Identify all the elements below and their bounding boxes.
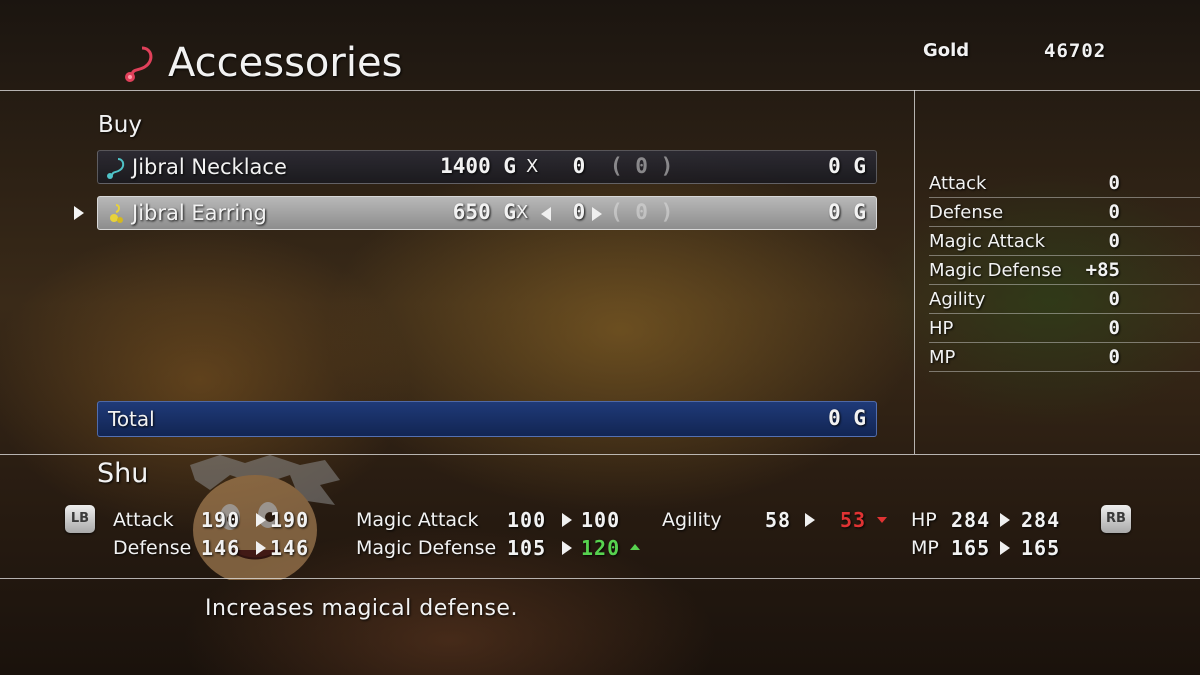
item-name: Jibral Earring [132, 201, 267, 225]
defense-new: 146 [270, 536, 310, 560]
row-divider [929, 342, 1200, 343]
item-line-total: 0 G [828, 200, 866, 224]
rb-button[interactable]: RB [1101, 505, 1131, 533]
attack-new: 190 [270, 508, 310, 532]
item-line-total: 0 G [828, 154, 866, 178]
stat-label: Magic Defense [929, 260, 1062, 281]
mp-label: MP [911, 537, 939, 559]
arrow-right-icon [562, 541, 572, 555]
character-name: Shu [97, 458, 149, 489]
shop-item-jibral-necklace[interactable]: Jibral Necklace 1400 G X 0 ( 0 ) 0 G [97, 150, 877, 184]
arrow-right-icon [1000, 513, 1010, 527]
item-quantity: 0 [572, 154, 586, 178]
row-divider [929, 255, 1200, 256]
stat-value: +85 [1085, 259, 1120, 281]
item-multiplier: X [516, 202, 529, 223]
item-name: Jibral Necklace [132, 155, 287, 179]
stat-value: 0 [1108, 172, 1120, 194]
magic-defense-new: 120 [581, 536, 621, 560]
lb-button[interactable]: LB [65, 505, 95, 533]
stat-change-hp: HP 0 [929, 315, 1200, 343]
stat-label: MP [929, 347, 956, 368]
defense-current: 146 [201, 536, 241, 560]
stat-change-magic-defense: Magic Defense +85 [929, 257, 1200, 285]
stat-value: 0 [1108, 201, 1120, 223]
mp-current: 165 [951, 536, 991, 560]
item-multiplier: X [526, 156, 539, 177]
hp-current: 284 [951, 508, 991, 532]
earring-icon [110, 204, 123, 223]
attack-label: Attack [113, 509, 174, 531]
gold-amount: 46702 [1044, 40, 1107, 62]
item-price: 1400 G [440, 154, 516, 178]
row-divider [929, 197, 1200, 198]
magic-attack-label: Magic Attack [356, 509, 479, 531]
increase-quantity-icon[interactable] [592, 207, 602, 221]
decrease-quantity-icon[interactable] [541, 207, 551, 221]
stat-change-mp: MP 0 [929, 344, 1200, 372]
stat-label: Magic Attack [929, 231, 1046, 252]
mp-new: 165 [1021, 536, 1061, 560]
total-label: Total [108, 407, 155, 431]
magic-attack-new: 100 [581, 508, 621, 532]
attack-current: 190 [201, 508, 241, 532]
arrow-right-icon [1000, 541, 1010, 555]
item-quantity: 0 [572, 200, 586, 224]
arrow-right-icon [805, 513, 815, 527]
shop-item-jibral-earring[interactable]: Jibral Earring 650 G X 0 ( 0 ) 0 G [97, 196, 877, 230]
shop-mode-label: Buy [98, 112, 142, 138]
arrow-right-icon [256, 513, 266, 527]
item-description: Increases magical defense. [205, 596, 518, 621]
header-divider [0, 90, 1200, 91]
stat-label: Defense [929, 202, 1004, 223]
row-divider [929, 226, 1200, 227]
stat-label: Agility [929, 289, 986, 310]
stat-change-agility: Agility 0 [929, 286, 1200, 314]
arrow-right-icon [256, 541, 266, 555]
gold-label: Gold [923, 40, 970, 61]
magic-defense-label: Magic Defense [356, 537, 497, 559]
hp-new: 284 [1021, 508, 1061, 532]
hp-label: HP [911, 509, 937, 531]
item-owned-count: ( 0 ) [610, 154, 674, 178]
arrow-right-icon [562, 513, 572, 527]
panel-divider [914, 90, 915, 454]
agility-new: 53 [840, 508, 867, 532]
item-price: 650 G [452, 200, 516, 224]
row-divider [929, 313, 1200, 314]
stat-value: 0 [1108, 230, 1120, 252]
stat-label: Attack [929, 173, 987, 194]
stat-down-icon [877, 517, 887, 523]
selection-cursor-icon [74, 206, 84, 220]
stat-value: 0 [1108, 288, 1120, 310]
agility-current: 58 [765, 508, 792, 532]
description-divider [0, 578, 1200, 579]
agility-label: Agility [662, 509, 722, 531]
stat-change-magic-attack: Magic Attack 0 [929, 228, 1200, 256]
page-title: Accessories [168, 40, 403, 86]
stat-change-defense: Defense 0 [929, 199, 1200, 227]
row-divider [929, 284, 1200, 285]
necklace-icon [125, 46, 153, 82]
stat-change-attack: Attack 0 [929, 170, 1200, 198]
necklace-icon [107, 158, 125, 179]
magic-attack-current: 100 [507, 508, 547, 532]
stat-value: 0 [1108, 317, 1120, 339]
total-value: 0 G [828, 406, 866, 430]
stat-value: 0 [1108, 346, 1120, 368]
stat-up-icon [630, 544, 640, 550]
row-divider [929, 371, 1200, 372]
item-owned-count: ( 0 ) [610, 200, 674, 224]
stat-label: HP [929, 318, 954, 339]
defense-label: Defense [113, 537, 192, 559]
total-bar: Total 0 G [97, 401, 877, 437]
magic-defense-current: 105 [507, 536, 547, 560]
